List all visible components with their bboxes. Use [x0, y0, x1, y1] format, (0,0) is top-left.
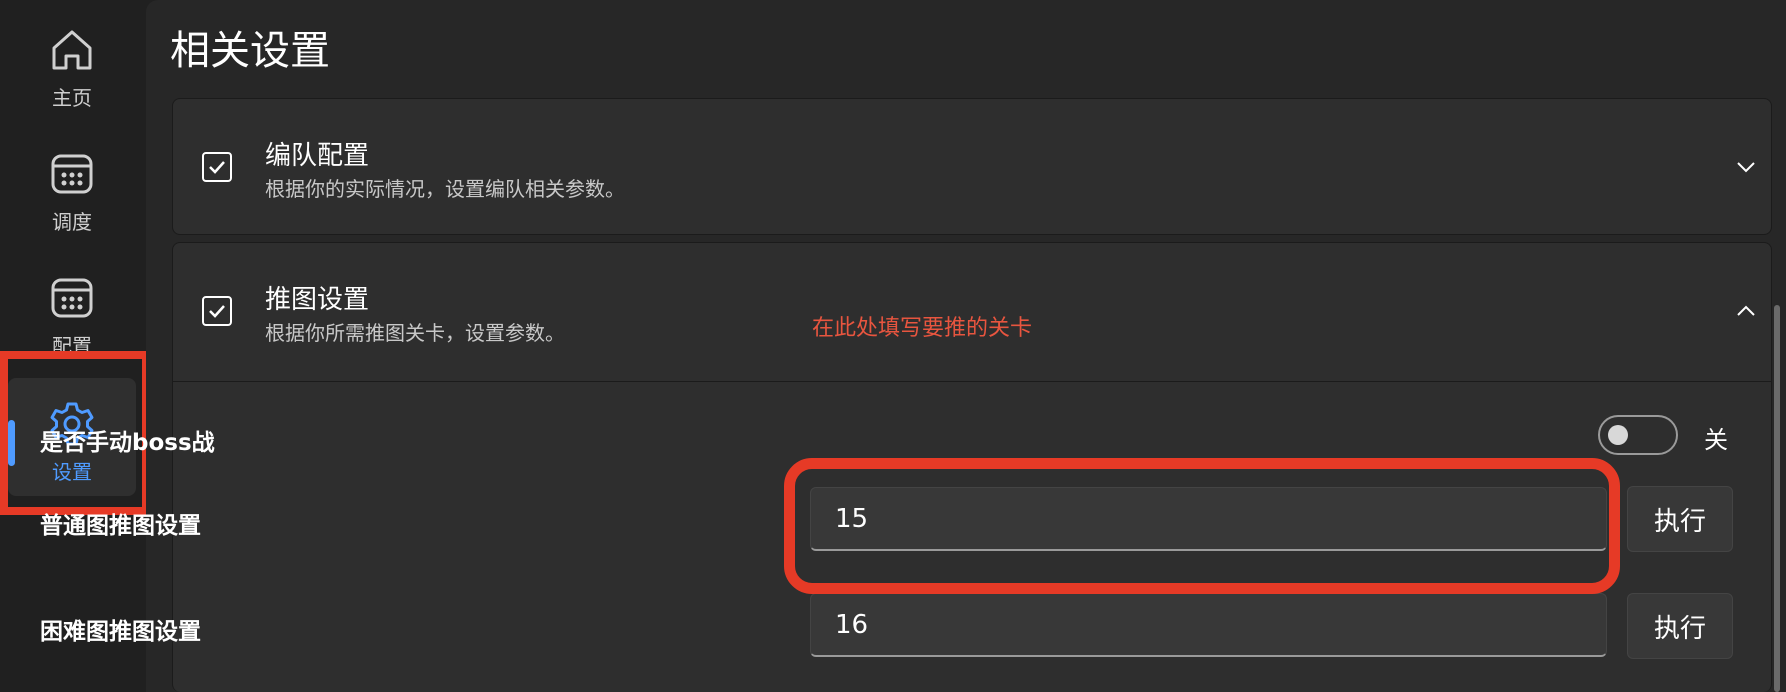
sidebar: 主页 调度 配置 设置: [0, 0, 150, 692]
manual-boss-toggle[interactable]: [1598, 415, 1678, 455]
formation-checkbox[interactable]: [202, 152, 232, 182]
sidebar-item-home[interactable]: 主页: [8, 4, 136, 122]
toggle-knob: [1608, 425, 1628, 445]
chevron-up-icon[interactable]: [1736, 305, 1756, 317]
calendar-icon: [51, 154, 93, 194]
card-title: 编队配置: [265, 141, 370, 171]
normal-push-label: 普通图推图设置: [40, 513, 201, 539]
chevron-down-icon[interactable]: [1736, 161, 1756, 173]
normal-stage-input[interactable]: [810, 487, 1607, 551]
scrollbar[interactable]: [1774, 305, 1780, 692]
home-icon: [52, 30, 92, 70]
checkmark-icon: [209, 161, 225, 174]
toggle-state-label: 关: [1704, 426, 1728, 454]
page-title: 相关设置: [170, 28, 330, 74]
hard-push-label: 困难图推图设置: [40, 619, 201, 645]
settings-panel: 相关设置 编队配置 根据你的实际情况，设置编队相关参数。 推图设置 根据你所需推…: [146, 0, 1786, 692]
card-header-formation[interactable]: 编队配置 根据你的实际情况，设置编队相关参数。: [173, 99, 1773, 237]
hard-stage-input[interactable]: [810, 593, 1607, 657]
normal-execute-button[interactable]: 执行: [1627, 486, 1733, 552]
divider: [173, 381, 1771, 382]
checkmark-icon: [209, 305, 225, 318]
calendar-icon: [51, 278, 93, 318]
sidebar-item-schedule[interactable]: 调度: [8, 128, 136, 246]
sidebar-item-label: 主页: [52, 86, 92, 110]
card-description: 根据你的实际情况，设置编队相关参数。: [265, 177, 625, 201]
sidebar-item-label: 调度: [52, 210, 92, 234]
hard-execute-button[interactable]: 执行: [1627, 593, 1733, 659]
push-checkbox[interactable]: [202, 296, 232, 326]
card-title: 推图设置: [265, 285, 370, 315]
card-description: 根据你所需推图关卡，设置参数。: [265, 321, 565, 345]
card-formation-config: 编队配置 根据你的实际情况，设置编队相关参数。: [172, 98, 1772, 235]
manual-boss-label: 是否手动boss战: [40, 430, 215, 456]
annotation-hint: 在此处填写要推的关卡: [812, 316, 1033, 341]
